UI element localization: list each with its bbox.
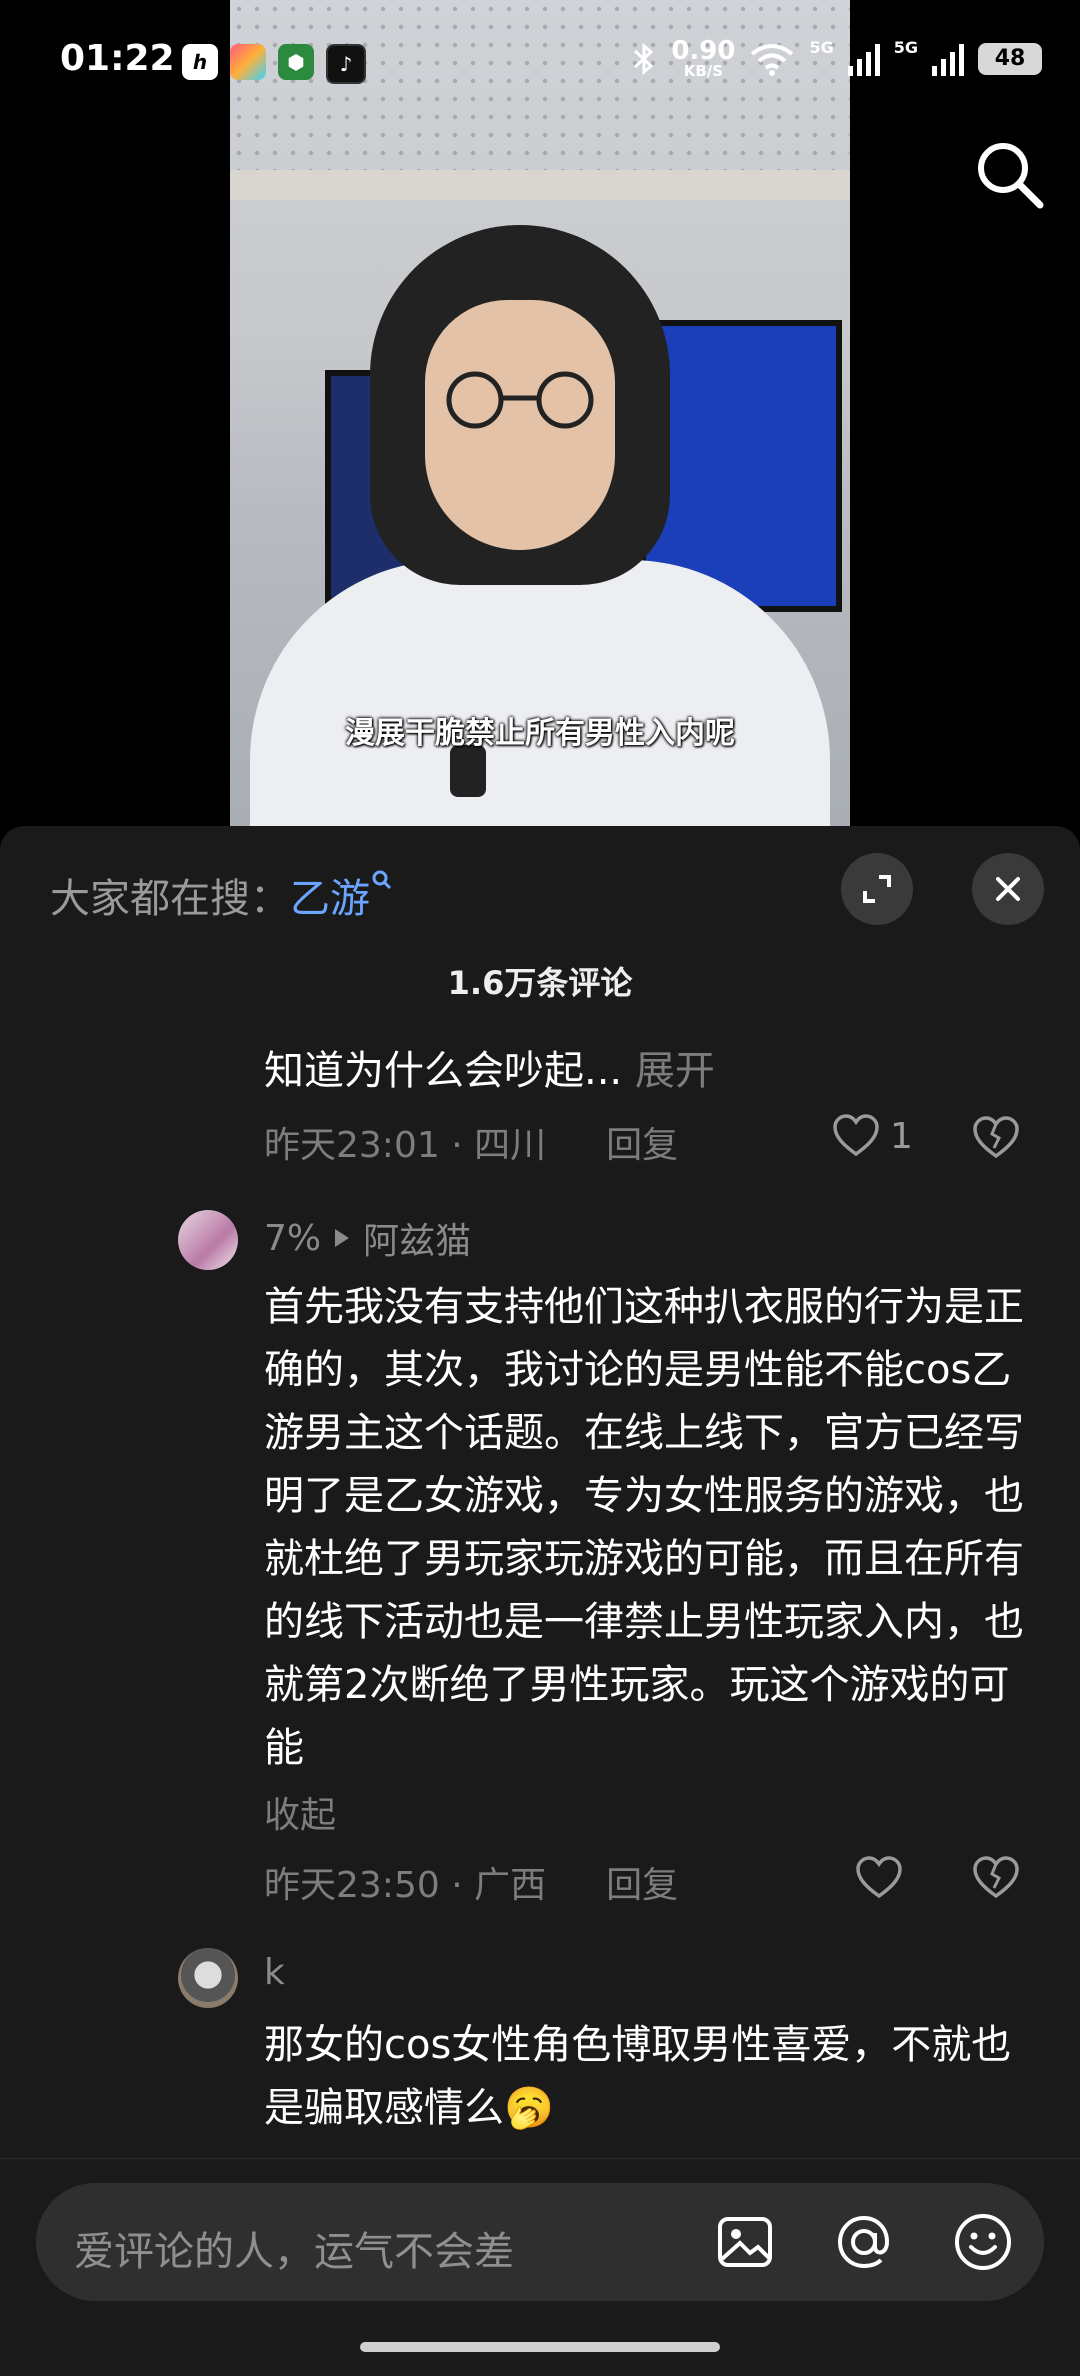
comment-text: 那女的cos女性角色博取男性喜爱，不就也是骗取感情么🥱 (264, 2014, 1024, 2140)
like-count: 1 (890, 1115, 913, 1157)
comment-meta: 昨天23:01 · 四川 回复 (264, 1116, 678, 1168)
comment-author[interactable]: k (264, 1952, 285, 1993)
signal-icon-2 (932, 43, 964, 76)
trending-search[interactable]: 大家都在搜：乙游 (50, 866, 394, 924)
reply-button[interactable]: 回复 (606, 1125, 678, 1166)
battery-indicator: 48 (978, 42, 1042, 75)
trending-term[interactable]: 乙游 (290, 876, 370, 922)
status-bar: 01:22 ℎ ⬢ ♪ 0.90 KB/S 5G 5G 48 (0, 0, 1080, 130)
video-subtitle: 漫展干脆禁止所有男性入内呢 (345, 716, 735, 751)
trending-label: 大家都在搜： (50, 876, 290, 922)
signal-icon-1 (847, 43, 880, 76)
sim1-label: 5G (809, 38, 834, 57)
heart-icon[interactable] (855, 1856, 903, 1900)
wifi-icon (751, 43, 794, 76)
comment-body: 知道为什么会吵起... (264, 1048, 623, 1094)
reply-arrow-icon (335, 1229, 350, 1247)
expand-link[interactable]: 展开 (635, 1048, 715, 1094)
comment-count: 1.6万条评论 (447, 964, 633, 1002)
at-mention-icon[interactable] (831, 2209, 897, 2275)
shield-app-icon: ⬢ (278, 44, 314, 80)
clock: 01:22 (60, 38, 175, 79)
shelf (230, 170, 850, 200)
input-placeholder: 爱评论的人，运气不会差 (74, 2229, 514, 2275)
broken-heart-icon[interactable] (972, 1116, 1020, 1160)
network-speed: 0.90 KB/S (671, 38, 735, 79)
comment-body: 首先我没有支持他们这种扒衣服的行为是正确的，其次，我讨论的是男性能不能cos乙游… (264, 1284, 1024, 1771)
network-speed-value: 0.90 (671, 36, 736, 66)
comment-text: 知道为什么会吵起... 展开 (264, 1040, 1024, 1103)
broken-heart-icon[interactable] (972, 1856, 1020, 1900)
comment-input[interactable]: 爱评论的人，运气不会差 (36, 2183, 1044, 2301)
network-speed-unit: KB/S (683, 62, 724, 80)
comment-meta: 昨天23:50 · 广西 回复 (264, 1856, 678, 1908)
comment-sheet: 大家都在搜：乙游 1.6万条评论 知道为什么会吵起... 展开 昨天23:01 … (0, 826, 1080, 2375)
author-tag: 7% (264, 1217, 322, 1259)
expand-icon (863, 875, 891, 903)
avatar[interactable] (178, 1210, 238, 1270)
small-search-icon (372, 870, 392, 890)
status-right: 0.90 KB/S 5G 5G 48 (631, 38, 1042, 79)
comment-text: 首先我没有支持他们这种扒衣服的行为是正确的，其次，我讨论的是男性能不能cos乙游… (264, 1276, 1024, 1780)
avatar[interactable] (178, 1948, 238, 2008)
comment-body: 那女的cos女性角色博取男性喜爱，不就也是骗取感情么 (264, 2022, 1012, 2131)
comment-time-location: 昨天23:50 · 广西 (264, 1865, 547, 1906)
reply-button[interactable]: 回复 (606, 1865, 678, 1906)
comment-time-location: 昨天23:01 · 四川 (264, 1125, 547, 1166)
close-icon (996, 877, 1020, 901)
bluetooth-icon (634, 42, 654, 75)
author-name: 阿兹猫 (363, 1221, 472, 1262)
collapse-link[interactable]: 收起 (264, 1786, 336, 1838)
image-icon[interactable] (712, 2209, 778, 2275)
emoji-icon[interactable] (950, 2209, 1016, 2275)
heart-icon (833, 1114, 879, 1157)
app-icon-2 (230, 44, 266, 80)
author-name: k (264, 1952, 285, 1993)
home-indicator[interactable] (360, 2342, 720, 2352)
sim2-label: 5G (893, 38, 918, 57)
like-button[interactable]: 1 (832, 1114, 913, 1158)
close-button[interactable] (972, 853, 1044, 925)
yawn-emoji-icon: 🥱 (504, 2085, 554, 2131)
expand-button[interactable] (841, 853, 913, 925)
app-icon-1: ℎ (182, 44, 218, 80)
microphone (450, 745, 486, 797)
tiktok-icon: ♪ (326, 44, 366, 84)
search-icon[interactable] (970, 135, 1050, 215)
comment-author[interactable]: 7% 阿兹猫 (264, 1212, 471, 1264)
glasses (446, 371, 594, 429)
person-body (250, 560, 830, 826)
